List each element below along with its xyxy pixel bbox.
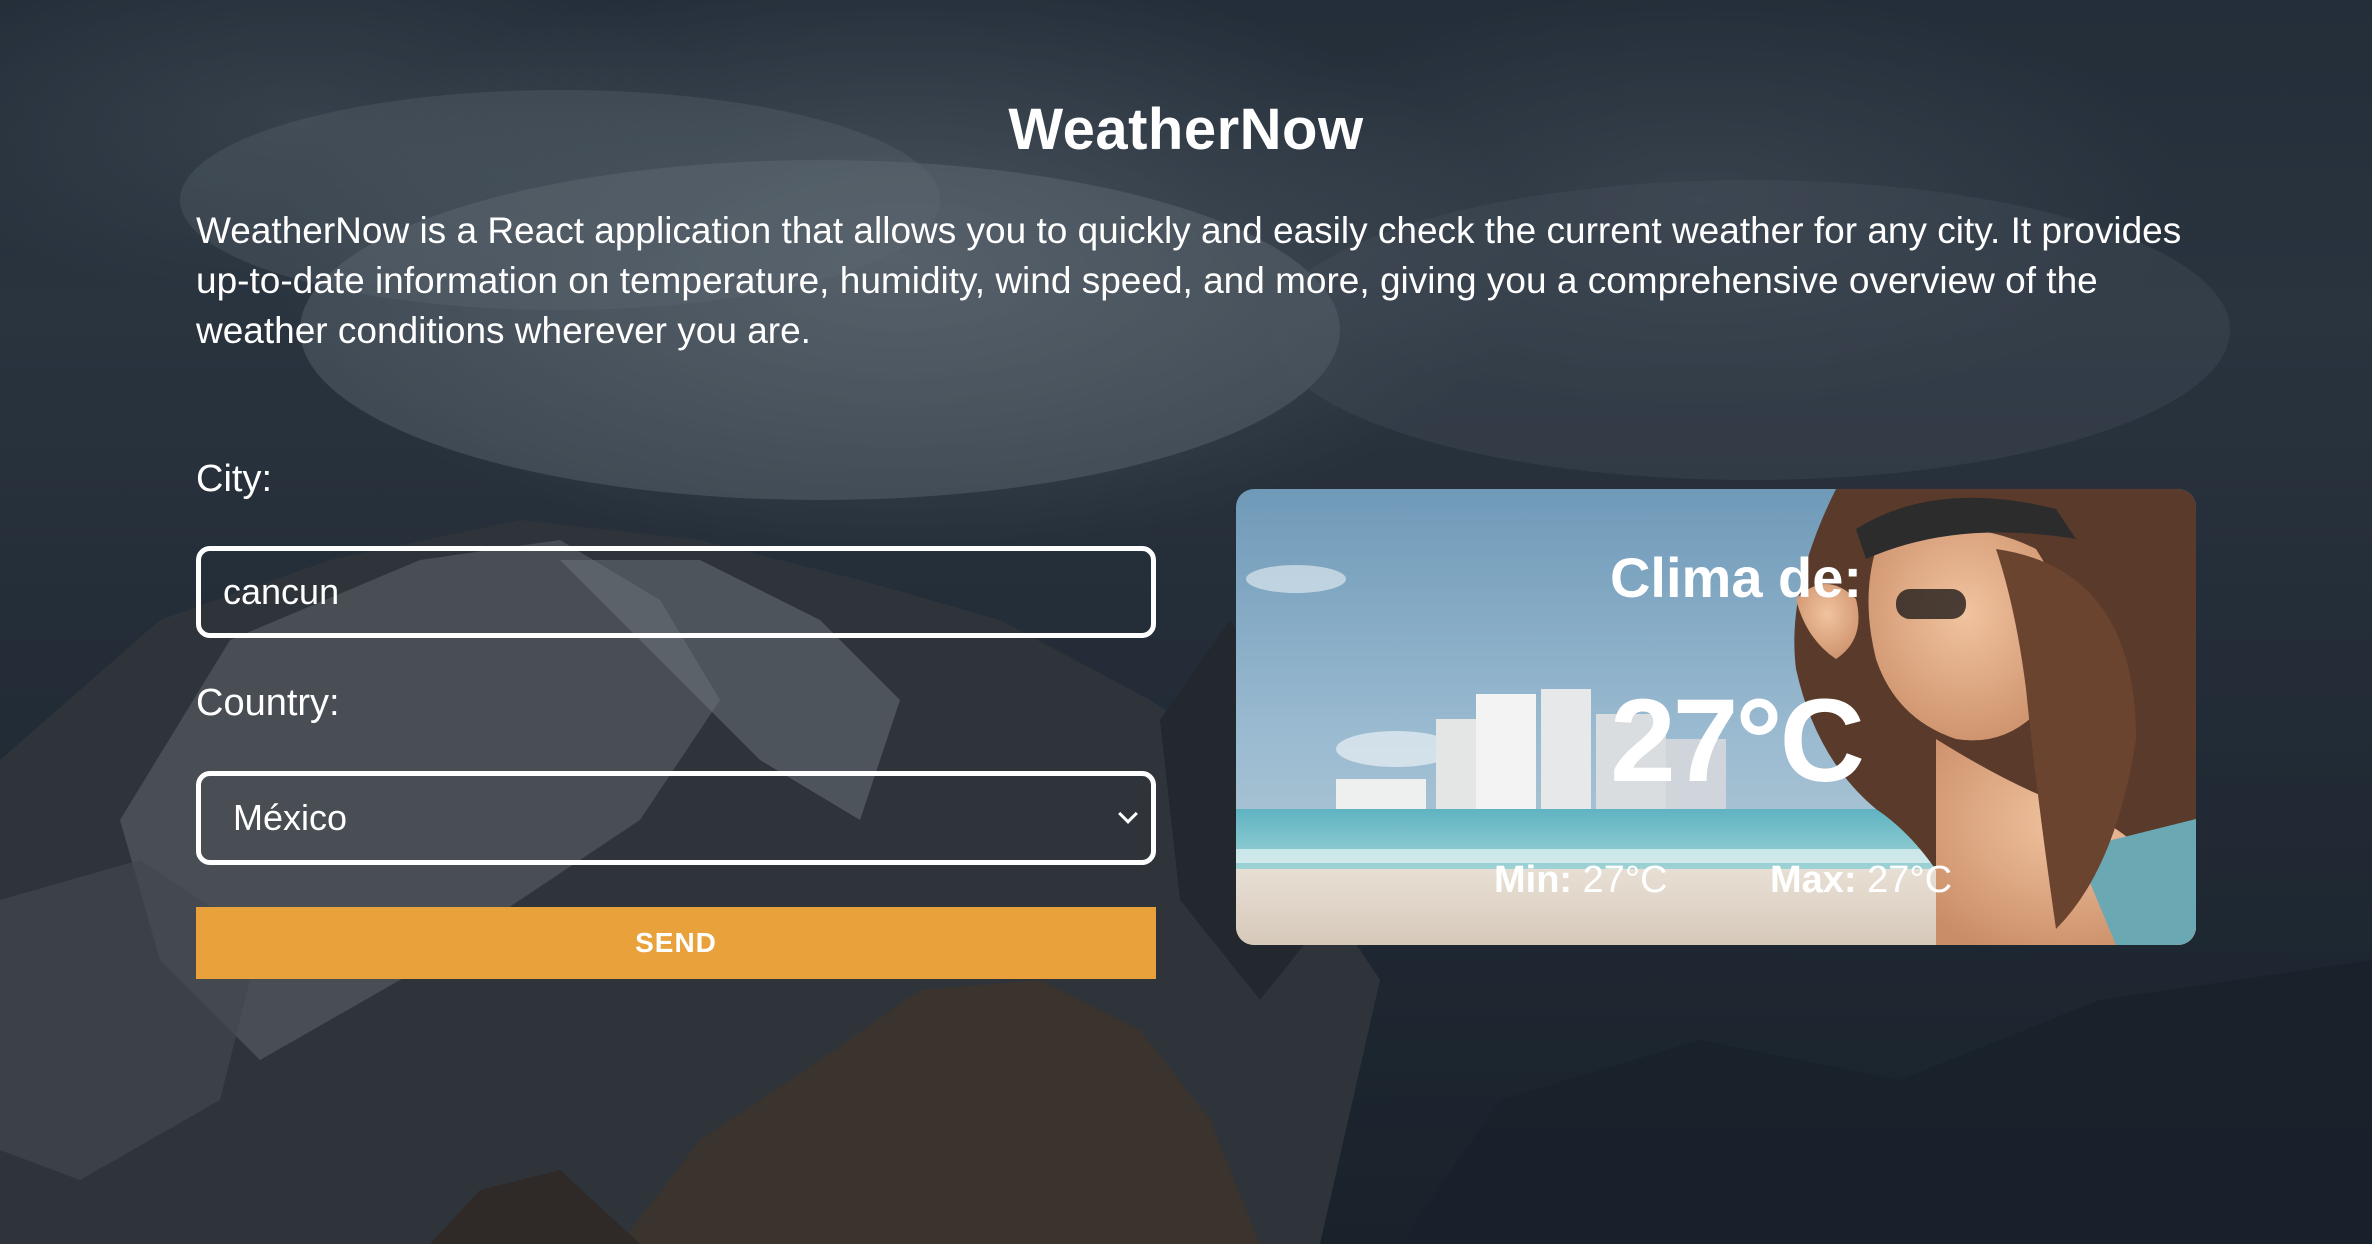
country-label: Country: [196,682,340,724]
min-label: Min: [1494,859,1573,901]
city-label: City: [196,458,272,500]
send-button[interactable]: SEND [196,907,1156,979]
country-select[interactable]: México [196,771,1156,865]
main-content: WeatherNow WeatherNow is a React applica… [0,0,2372,1244]
weather-card: Clima de: 27°C Min: 27°C Max: 27°C [1236,489,2196,945]
chevron-down-icon [1118,804,1138,824]
country-selected-value: México [233,797,348,838]
max-value: 27°C [1867,859,1953,901]
min-value: 27°C [1582,859,1668,901]
max-label: Max: [1770,859,1857,901]
app-description: WeatherNow is a React application that a… [196,210,2182,351]
min-temperature: Min: 27°C [1494,859,1668,902]
page-title: WeatherNow [1008,97,1364,162]
city-input[interactable] [196,546,1156,638]
max-temperature: Max: 27°C [1770,859,1952,902]
weather-heading: Clima de: [1609,546,1863,609]
current-temperature: 27°C [1610,675,1865,807]
